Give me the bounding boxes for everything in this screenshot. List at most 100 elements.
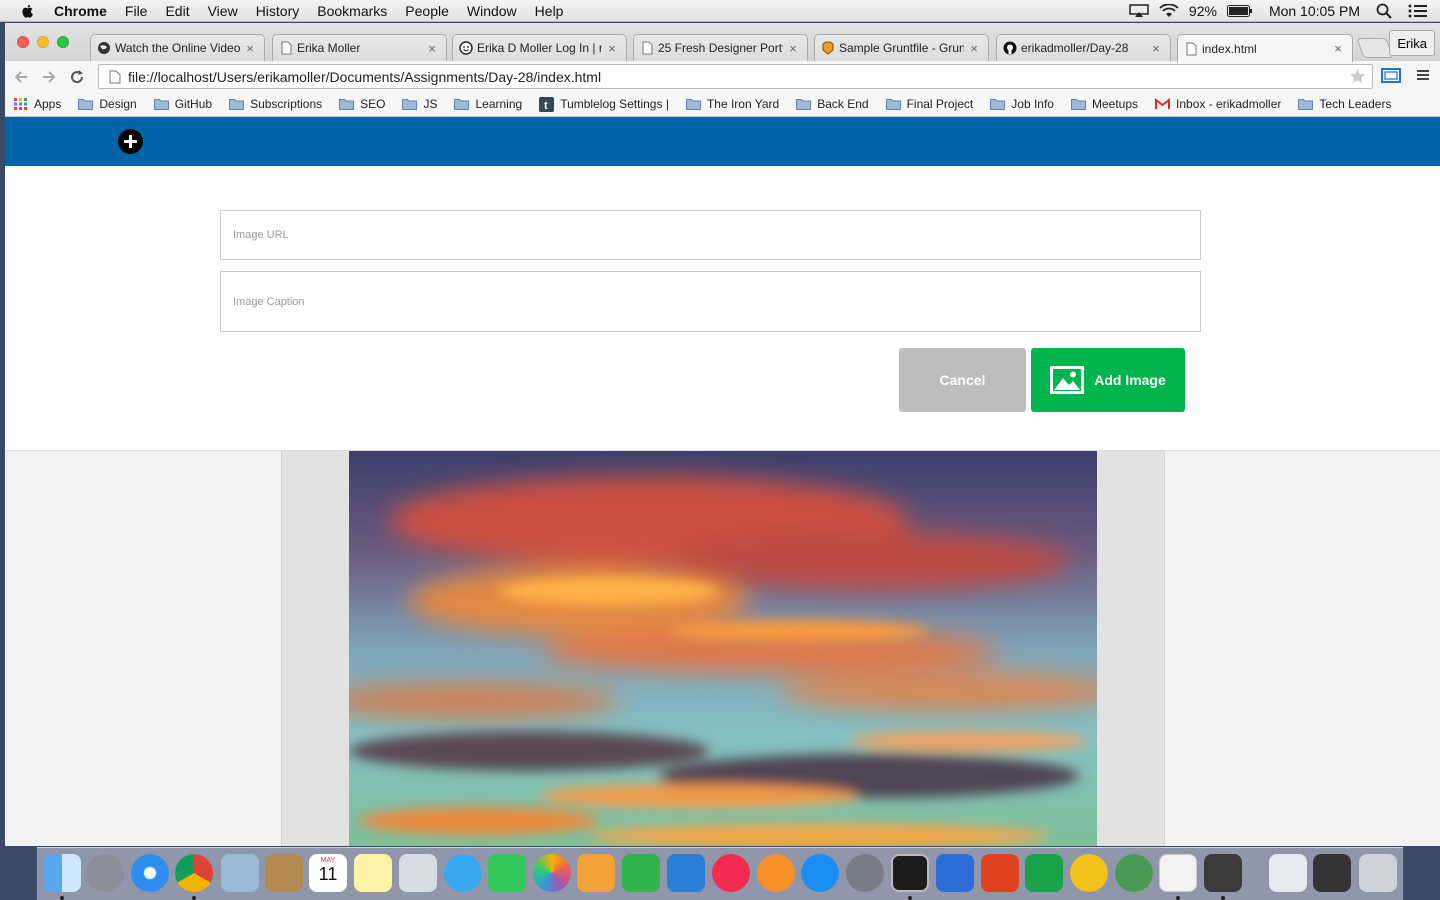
bookmark-label: Subscriptions [250, 97, 323, 111]
safari-icon[interactable] [131, 854, 169, 892]
bookmark-github[interactable]: GitHub [153, 97, 212, 111]
keynote-icon[interactable] [667, 854, 705, 892]
photos-icon[interactable] [533, 854, 571, 892]
messages-icon[interactable] [444, 854, 482, 892]
close-tab-icon[interactable]: × [244, 41, 256, 56]
bookmark-seo[interactable]: SEO [339, 97, 385, 111]
forward-button[interactable] [37, 65, 61, 89]
contacts-icon[interactable] [265, 854, 303, 892]
profile-button[interactable]: Erika [1389, 30, 1435, 56]
ibooks-icon[interactable] [757, 854, 795, 892]
cast-icon[interactable] [1380, 67, 1402, 85]
bookmark-subscriptions[interactable]: Subscriptions [229, 97, 322, 111]
reload-button[interactable] [65, 65, 89, 89]
address-bar[interactable]: file://localhost/Users/erikamoller/Docum… [98, 64, 1373, 89]
tab-index-html[interactable]: index.html × [1177, 34, 1353, 62]
menu-bookmarks[interactable]: Bookmarks [317, 3, 387, 19]
wifi-icon[interactable] [1159, 4, 1179, 18]
tab-erika-log-in[interactable]: Erika D Moller Log In | m × [452, 34, 627, 61]
menu-history[interactable]: History [256, 3, 300, 19]
clock[interactable]: Mon 10:05 PM [1269, 3, 1360, 19]
tab-gruntfile[interactable]: Sample Gruntfile - Grunt × [814, 34, 989, 61]
tab-watch-video[interactable]: Watch the Online Video × [90, 34, 265, 61]
close-tab-icon[interactable]: × [426, 41, 438, 56]
back-button[interactable] [9, 65, 33, 89]
toggle-form-button[interactable] [118, 129, 143, 154]
photo-booth-icon[interactable] [399, 854, 437, 892]
network-icon[interactable] [1115, 854, 1153, 892]
image-caption-input[interactable] [220, 271, 1201, 332]
menu-help[interactable]: Help [535, 3, 564, 19]
bookmark-iron-yard[interactable]: The Iron Yard [685, 97, 780, 111]
itunes-icon[interactable] [712, 854, 750, 892]
word-icon[interactable] [936, 854, 974, 892]
close-tab-icon[interactable]: × [606, 41, 618, 56]
forward-arrow-icon [43, 70, 56, 83]
calendar-icon[interactable]: MAY 11 [309, 854, 347, 892]
close-tab-icon[interactable]: × [787, 41, 799, 56]
cancel-button[interactable]: Cancel [899, 348, 1026, 412]
page-header [5, 117, 1440, 166]
app-store-icon[interactable] [801, 854, 839, 892]
bookmark-final-project[interactable]: Final Project [885, 97, 973, 111]
chrome-icon[interactable] [175, 854, 213, 892]
bookmark-js[interactable]: JS [402, 97, 437, 111]
menu-app-name[interactable]: Chrome [54, 3, 107, 19]
downloads-icon[interactable] [1269, 854, 1307, 892]
terminal-icon[interactable] [891, 854, 929, 892]
close-tab-icon[interactable]: × [968, 41, 980, 56]
trash-icon[interactable] [1359, 854, 1397, 892]
menu-file[interactable]: File [125, 3, 148, 19]
close-window-button[interactable] [17, 36, 29, 48]
zoom-window-button[interactable] [57, 36, 69, 48]
tab-erika-moller[interactable]: Erika Moller × [272, 34, 447, 61]
numbers-icon[interactable] [622, 854, 660, 892]
close-tab-icon[interactable]: × [1150, 41, 1162, 56]
menu-edit[interactable]: Edit [165, 3, 189, 19]
apple-icon[interactable] [20, 3, 36, 19]
bookmark-job-info[interactable]: Job Info [990, 97, 1054, 111]
menu-window[interactable]: Window [467, 3, 517, 19]
bookmark-label: Job Info [1011, 97, 1054, 111]
bookmark-label: The Iron Yard [706, 97, 780, 111]
url-text[interactable]: file://localhost/Users/erikamoller/Docum… [128, 69, 601, 85]
menu-view[interactable]: View [208, 3, 238, 19]
powerpoint-icon[interactable] [981, 854, 1019, 892]
system-preferences-icon[interactable] [846, 854, 884, 892]
bookmark-tech-leaders[interactable]: Tech Leaders [1298, 97, 1391, 111]
notification-center-icon[interactable] [1408, 4, 1428, 18]
image-url-input[interactable] [220, 210, 1201, 260]
pages-icon[interactable] [577, 854, 615, 892]
sublime-icon[interactable] [1204, 854, 1242, 892]
battery-icon[interactable] [1226, 5, 1253, 17]
bookmark-star-icon[interactable] [1349, 68, 1366, 85]
airplay-icon[interactable] [1129, 4, 1149, 18]
tab-designer-portfolios[interactable]: 25 Fresh Designer Portfo × [633, 34, 808, 61]
facetime-icon[interactable] [488, 854, 526, 892]
add-image-button[interactable]: Add Image [1031, 348, 1185, 412]
bookmark-apps[interactable]: Apps [13, 97, 61, 111]
screenshot-icon[interactable] [1313, 854, 1351, 892]
excel-icon[interactable] [1025, 854, 1063, 892]
minimize-window-button[interactable] [37, 36, 49, 48]
preview-icon[interactable] [221, 854, 259, 892]
bookmark-learning[interactable]: Learning [454, 97, 522, 111]
outlook-icon[interactable] [1070, 854, 1108, 892]
launchpad-icon[interactable] [86, 854, 124, 892]
bookmark-tumblelog-settings[interactable]: t Tumblelog Settings | [539, 96, 669, 112]
bookmark-gmail-inbox[interactable]: Inbox - erikadmoller [1155, 97, 1281, 111]
cancel-label: Cancel [939, 372, 986, 388]
bookmark-meetups[interactable]: Meetups [1070, 97, 1138, 111]
spotlight-search-icon[interactable] [1376, 3, 1392, 19]
bookmark-design[interactable]: Design [78, 97, 137, 111]
slack-icon[interactable] [1159, 854, 1197, 892]
gallery-image[interactable] [349, 451, 1097, 846]
new-tab-button[interactable] [1356, 38, 1394, 58]
close-tab-icon[interactable]: × [1332, 41, 1344, 56]
bookmark-back-end[interactable]: Back End [796, 97, 869, 111]
menu-people[interactable]: People [405, 3, 449, 19]
tab-github-day-28[interactable]: erikadmoller/Day-28 × [996, 34, 1171, 61]
chrome-menu-icon[interactable] [1416, 68, 1430, 82]
notes-icon[interactable] [354, 854, 392, 892]
finder-icon[interactable] [43, 854, 81, 892]
